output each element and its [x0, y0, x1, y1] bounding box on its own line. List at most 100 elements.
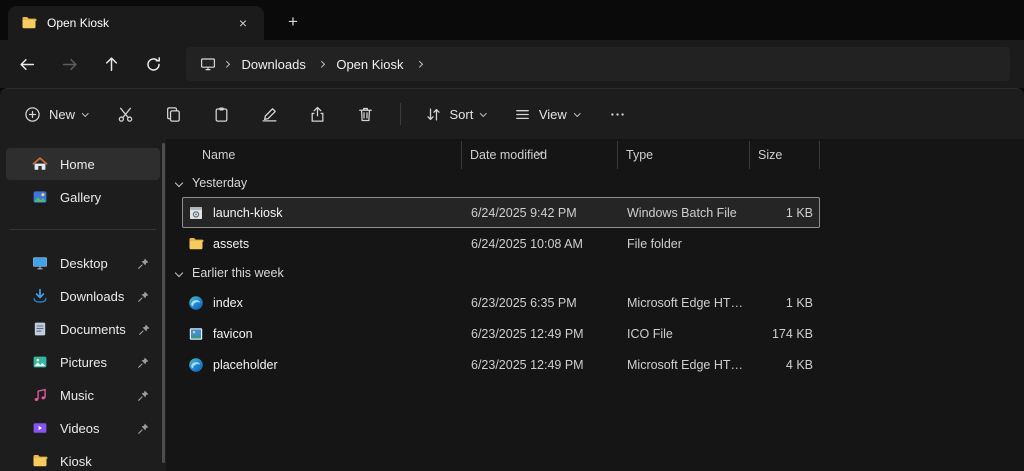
sidebar-item-pictures[interactable]: Pictures: [6, 346, 160, 378]
column-header-name[interactable]: Name: [182, 141, 462, 169]
column-header-size[interactable]: Size: [750, 141, 820, 169]
file-name-cell: index: [183, 295, 463, 311]
command-toolbar: New Sort: [0, 89, 1024, 139]
sidebar-item-videos[interactable]: Videos: [6, 412, 160, 444]
sidebar-item-music[interactable]: Music: [6, 379, 160, 411]
view-button-label: View: [539, 107, 567, 122]
tab-bar: Open Kiosk × +: [0, 0, 1024, 40]
file-explorer-window: Open Kiosk × + Downloads Open Kiosk: [0, 0, 1024, 471]
sidebar-item-label: Downloads: [60, 289, 124, 304]
column-header-label: Type: [626, 148, 653, 162]
breadcrumb-chevron-icon[interactable]: [416, 61, 422, 67]
file-name-cell: launch-kiosk: [183, 205, 463, 221]
sidebar-item-gallery[interactable]: Gallery: [6, 181, 160, 213]
file-name: index: [213, 296, 243, 310]
share-icon: [309, 106, 326, 123]
documents-icon: [32, 321, 48, 337]
trash-icon: [357, 106, 374, 123]
up-button[interactable]: [92, 47, 130, 81]
tab-close-button[interactable]: ×: [230, 12, 256, 34]
chevron-down-icon: [82, 110, 88, 116]
breadcrumb: Downloads Open Kiosk: [186, 47, 1010, 81]
this-pc-icon[interactable]: [196, 56, 218, 72]
desktop-icon: [32, 255, 48, 271]
forward-arrow-icon: [61, 56, 78, 73]
copy-button[interactable]: [154, 96, 194, 132]
file-name: assets: [213, 237, 249, 251]
file-size: 1 KB: [751, 206, 821, 220]
sidebar-item-kiosk[interactable]: Kiosk: [6, 445, 160, 471]
content-area: Home Gallery Desktop: [0, 139, 1024, 471]
chevron-down-icon: [574, 110, 580, 116]
file-row-placeholder[interactable]: placeholder 6/23/2025 12:49 PM Microsoft…: [182, 349, 820, 380]
file-type: Microsoft Edge HT…: [619, 296, 751, 310]
file-row-index[interactable]: index 6/23/2025 6:35 PM Microsoft Edge H…: [182, 287, 820, 318]
column-header-label: Name: [202, 148, 235, 162]
sort-button[interactable]: Sort: [415, 96, 496, 132]
collapse-chevron-icon: [175, 269, 183, 277]
pin-icon: [138, 323, 151, 336]
column-header-date-modified[interactable]: Date modified: [462, 141, 618, 169]
sidebar-separator: [10, 229, 156, 230]
pin-icon: [137, 290, 150, 303]
see-more-button[interactable]: [597, 96, 637, 132]
paste-button[interactable]: [202, 96, 242, 132]
refresh-icon: [145, 56, 162, 73]
scissors-icon: [117, 106, 134, 123]
chevron-down-icon: [480, 110, 486, 116]
breadcrumb-chevron-icon: [223, 61, 229, 67]
group-header-label: Earlier this week: [192, 266, 284, 280]
new-tab-button[interactable]: +: [278, 8, 308, 36]
new-button[interactable]: New: [14, 96, 98, 132]
delete-button[interactable]: [346, 96, 386, 132]
file-row-launch-kiosk[interactable]: launch-kiosk 6/24/2025 9:42 PM Windows B…: [182, 197, 820, 228]
cut-button[interactable]: [106, 96, 146, 132]
sidebar-item-home[interactable]: Home: [6, 148, 160, 180]
view-button[interactable]: View: [504, 96, 589, 132]
file-type: Microsoft Edge HT…: [619, 358, 751, 372]
file-row-assets[interactable]: assets 6/24/2025 10:08 AM File folder: [182, 228, 820, 259]
share-button[interactable]: [298, 96, 338, 132]
home-icon: [32, 156, 48, 172]
column-header-type[interactable]: Type: [618, 141, 750, 169]
file-type: Windows Batch File: [619, 206, 751, 220]
file-size: 4 KB: [751, 358, 821, 372]
sidebar-item-downloads[interactable]: Downloads: [6, 280, 160, 312]
sidebar-item-label: Kiosk: [60, 454, 92, 469]
pin-icon: [137, 422, 150, 435]
rename-button[interactable]: [250, 96, 290, 132]
sort-descending-icon: [537, 142, 542, 156]
group-header-earlier-this-week[interactable]: Earlier this week: [166, 259, 1024, 287]
refresh-button[interactable]: [134, 47, 172, 81]
explorer-tab-open-kiosk[interactable]: Open Kiosk ×: [8, 6, 264, 40]
file-date-modified: 6/23/2025 12:49 PM: [463, 327, 619, 341]
sidebar-item-label: Desktop: [60, 256, 108, 271]
file-row-favicon[interactable]: favicon 6/23/2025 12:49 PM ICO File 174 …: [182, 318, 820, 349]
collapse-chevron-icon: [175, 179, 183, 187]
sidebar-item-desktop[interactable]: Desktop: [6, 247, 160, 279]
pin-icon: [137, 356, 150, 369]
column-headers: Name Date modified Type Size: [182, 141, 1024, 169]
gallery-icon: [32, 189, 48, 205]
file-date-modified: 6/23/2025 12:49 PM: [463, 358, 619, 372]
sidebar-item-documents[interactable]: Documents: [6, 313, 160, 345]
file-date-modified: 6/24/2025 9:42 PM: [463, 206, 619, 220]
file-list-pane: Name Date modified Type Size Yeste: [166, 139, 1024, 471]
pin-icon: [137, 257, 150, 270]
file-size: 1 KB: [751, 296, 821, 310]
breadcrumb-item-open-kiosk[interactable]: Open Kiosk: [329, 53, 410, 76]
folder-icon: [21, 15, 37, 31]
group-header-yesterday[interactable]: Yesterday: [166, 169, 1024, 197]
view-list-icon: [514, 106, 531, 123]
forward-button[interactable]: [50, 47, 88, 81]
up-arrow-icon: [103, 56, 120, 73]
breadcrumb-item-downloads[interactable]: Downloads: [235, 53, 313, 76]
file-date-modified: 6/24/2025 10:08 AM: [463, 237, 619, 251]
rename-icon: [261, 106, 278, 123]
back-button[interactable]: [8, 47, 46, 81]
copy-icon: [165, 106, 182, 123]
ellipsis-icon: [609, 106, 626, 123]
breadcrumb-chevron-icon: [318, 61, 324, 67]
sidebar-scrollbar[interactable]: [162, 143, 165, 463]
group-header-label: Yesterday: [192, 176, 247, 190]
